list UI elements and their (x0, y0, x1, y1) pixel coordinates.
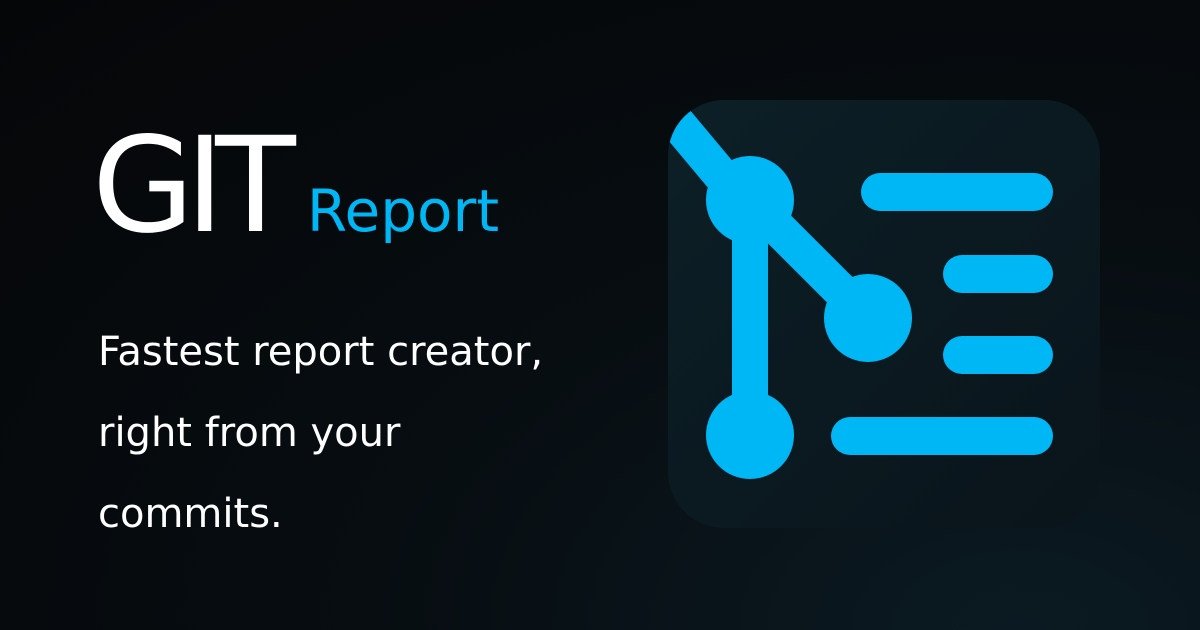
commit-node-bottom (706, 391, 794, 479)
tagline-line-3: commits. (98, 491, 283, 537)
git-report-logo-icon (668, 100, 1100, 528)
commit-node-top (706, 156, 794, 244)
logo-svg (668, 100, 1100, 528)
tagline-line-2: right from your (98, 410, 401, 456)
title: GIT Report (92, 120, 499, 252)
tagline: Fastest report creator, right from your … (98, 312, 618, 555)
commit-node-middle (824, 274, 912, 362)
title-main: GIT (92, 109, 296, 263)
title-sub: Report (306, 177, 500, 245)
tagline-line-1: Fastest report creator, (98, 329, 544, 375)
